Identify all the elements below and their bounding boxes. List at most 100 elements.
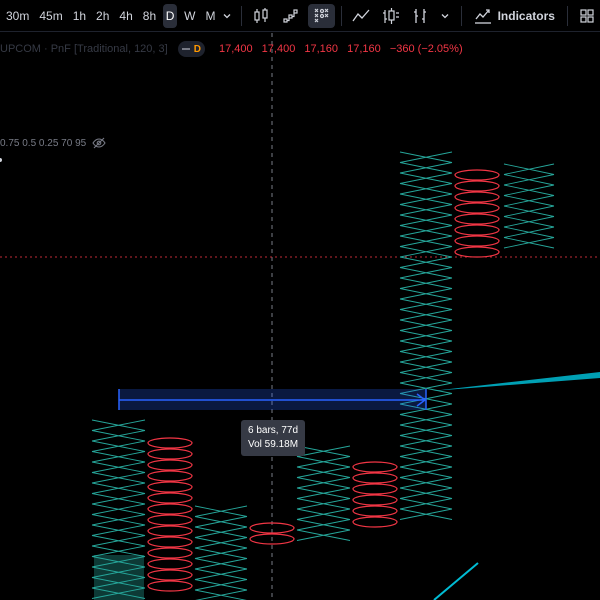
steps-chart-button[interactable] [278, 4, 304, 28]
o-mark [454, 180, 500, 192]
close-value: 17,160 [347, 43, 381, 55]
x-mark [399, 151, 453, 163]
o-mark [147, 437, 193, 449]
x-mark [91, 482, 146, 494]
x-mark [399, 193, 453, 205]
bars-icon [382, 7, 399, 24]
x-mark [503, 205, 555, 217]
x-mark [296, 529, 351, 541]
x-mark [399, 319, 453, 331]
x-mark [503, 237, 555, 249]
symbol-title[interactable]: UPCOM · PnF [Traditional, 120, 3] [0, 43, 168, 55]
interval-4h[interactable]: 4h [116, 4, 135, 28]
x-mark [399, 277, 453, 289]
point-figure-icon [314, 8, 328, 22]
candles-chart-button[interactable] [248, 4, 274, 28]
x-mark [503, 174, 555, 186]
x-mark [194, 526, 248, 538]
x-mark [296, 487, 351, 499]
x-mark [399, 246, 453, 258]
x-mark [399, 288, 453, 300]
x-mark [399, 235, 453, 247]
x-mark [296, 508, 351, 520]
toolbar-divider [340, 5, 342, 26]
measure-volume: Vol 59.18M [248, 439, 299, 450]
selection-zone [94, 555, 144, 600]
interval-2h[interactable]: 2h [93, 4, 112, 28]
x-mark [194, 516, 248, 528]
x-mark [503, 226, 555, 238]
layout-grid-icon [580, 8, 594, 23]
x-mark [91, 514, 146, 526]
x-mark [399, 487, 453, 499]
x-mark [296, 498, 351, 510]
x-mark [296, 519, 351, 531]
toolbar-divider [241, 5, 243, 26]
x-mark [399, 351, 453, 363]
x-mark [399, 508, 453, 520]
x-mark [503, 184, 555, 196]
point-figure-chart-button[interactable] [308, 3, 335, 28]
o-mark [352, 472, 398, 484]
o-mark [352, 483, 398, 495]
o-mark [147, 459, 193, 471]
o-mark [147, 525, 193, 537]
indicators-button[interactable]: Indicators [468, 4, 561, 28]
o-mark [352, 516, 398, 528]
o-mark [147, 580, 193, 592]
o-mark [454, 224, 500, 236]
x-mark [399, 466, 453, 478]
eye-hidden-icon[interactable] [92, 137, 106, 149]
interval-30m[interactable]: 30m [3, 4, 32, 28]
interval-badge-label: D [193, 43, 201, 55]
x-mark [91, 451, 146, 463]
o-mark [147, 492, 193, 504]
x-mark [399, 183, 453, 195]
x-mark [399, 330, 453, 342]
o-mark [147, 547, 193, 559]
x-mark [194, 547, 248, 559]
layout-button[interactable] [574, 4, 600, 28]
o-mark [454, 246, 500, 258]
measure-tooltip: 6 bars, 77d Vol 59.18M [241, 420, 305, 456]
interval-m[interactable]: M [202, 4, 218, 28]
interval-badge[interactable]: D [177, 41, 205, 57]
low-value: 17,160 [304, 43, 339, 55]
x-mark [91, 430, 146, 442]
x-mark [399, 256, 453, 268]
interval-d[interactable]: D [163, 3, 178, 28]
x-mark [399, 414, 453, 426]
o-mark [147, 470, 193, 482]
o-mark [454, 191, 500, 203]
renko-icon [413, 8, 426, 23]
chart-legend: UPCOM · PnF [Traditional, 120, 3] D 17,4… [0, 40, 463, 58]
x-mark [91, 472, 146, 484]
o-mark [454, 235, 500, 247]
line-chart-button[interactable] [348, 4, 374, 28]
interval-dropdown[interactable] [218, 4, 235, 28]
interval-8h[interactable]: 8h [140, 4, 159, 28]
o-mark [147, 514, 193, 526]
x-mark [399, 445, 453, 457]
ohlc-values: 17,400 17,400 17,160 17,160 −360 (−2.05%… [213, 43, 463, 55]
x-mark [399, 162, 453, 174]
x-mark [91, 461, 146, 473]
o-mark [352, 505, 398, 517]
renko-chart-button[interactable] [408, 4, 434, 28]
pnf-chart[interactable] [0, 33, 600, 600]
x-mark [399, 424, 453, 436]
x-mark [194, 558, 248, 570]
bars-chart-button[interactable] [378, 4, 404, 28]
x-mark [503, 163, 555, 175]
interval-w[interactable]: W [181, 4, 198, 28]
interval-1h[interactable]: 1h [70, 4, 89, 28]
steps-icon [283, 8, 298, 23]
x-mark [399, 361, 453, 373]
o-mark [147, 558, 193, 570]
o-mark [352, 461, 398, 473]
x-mark [399, 456, 453, 468]
x-mark [399, 309, 453, 321]
chart-type-dropdown[interactable] [436, 4, 455, 28]
candles-icon [254, 7, 268, 23]
interval-45m[interactable]: 45m [36, 4, 65, 28]
